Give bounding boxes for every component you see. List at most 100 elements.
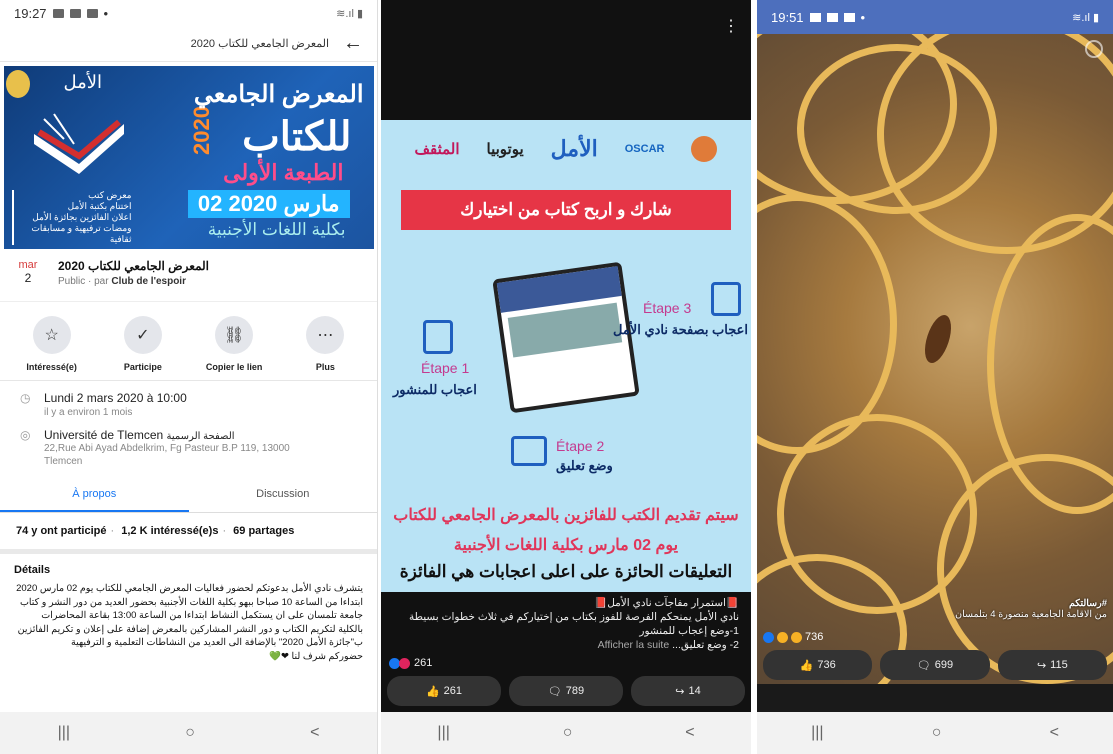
details-heading: Détails [14, 564, 51, 576]
like-page-icon [711, 282, 741, 316]
going-label: Participe [123, 362, 162, 372]
comment-button[interactable]: 🗨 699 [880, 650, 990, 680]
post-line-1: 📕استمرار مفاجآت نادي الأمل📕 [594, 597, 739, 609]
post-line-3: 1-وضع إعجاب للمنشور [639, 625, 739, 637]
reaction-count: 736 [805, 631, 824, 643]
step-3-text: اعجاب بصفحة نادي الأمل [613, 322, 749, 337]
location-name[interactable]: Université de Tlemcen [44, 428, 163, 442]
share-arrow-icon: ↪ [675, 685, 685, 698]
thumbs-up-icon: 👍 [799, 659, 814, 672]
recent-apps-button[interactable]: ||| [437, 724, 449, 742]
location-pin-icon: ◎ [20, 428, 31, 442]
interested-label: Intéressé(e) [26, 362, 77, 372]
back-button[interactable]: < [685, 724, 694, 742]
event-location-row[interactable]: ◎ Université de Tlemcen الصفحة الرسمية 2… [20, 428, 357, 468]
location-address-2: Tlemcen [44, 456, 83, 467]
youtube-icon [826, 12, 838, 22]
comment-button[interactable]: 🗨 789 [509, 676, 623, 706]
caption-text: من الاقامة الجامعية منصورة 4 بتلمسان [955, 609, 1107, 620]
comment-bubble-icon: 🗨 [547, 685, 562, 698]
step-1-text: اعجاب للمنشور [393, 382, 477, 397]
recent-apps-button[interactable]: ||| [58, 724, 70, 742]
photo-viewer-top: ⋮ [381, 0, 751, 120]
cover-year: 2020 [188, 106, 214, 155]
location-name-ar: الصفحة الرسمية [166, 431, 235, 442]
comment-icon [511, 436, 547, 466]
step-3-label: Étape 3 [643, 300, 692, 316]
more-icon: ⋯ [306, 316, 345, 354]
back-arrow-icon[interactable]: ← [343, 32, 363, 55]
back-button[interactable]: < [310, 724, 319, 742]
photo-post-panel: 19:51 • ≋.ıl ▮ #رسالتكم من الاقامة الجام… [757, 0, 1113, 754]
cover-edition: الطبعة الأولى [223, 160, 344, 185]
event-panel: 19:27 • ≋.ıl ▮ المعرض الجامعي للكتاب 202… [0, 0, 378, 754]
love-reaction-icon [399, 657, 410, 669]
event-cover-image[interactable]: الأمل 2020 المعرض الجامعي للكتاب الطبعة … [3, 66, 374, 249]
signal-battery: ≋.ıl ▮ [336, 7, 363, 20]
like-reaction-icon [763, 631, 774, 643]
like-count: 261 [443, 685, 463, 697]
more-button[interactable]: ⋯ Plus [280, 316, 370, 372]
recent-apps-button[interactable]: ||| [811, 724, 823, 742]
comment-count: 699 [934, 659, 954, 671]
notification-icon [69, 8, 81, 18]
share-button[interactable]: ↪ 14 [631, 676, 745, 706]
thumbs-up-icon: 👍 [425, 685, 440, 698]
event-info: ◷ Lundi 2 mars 2020 à 10:00 il y a envir… [0, 380, 377, 468]
photo-caption: #رسالتكم من الاقامة الجامعية منصورة 4 بت… [955, 598, 1107, 620]
event-datetime: Lundi 2 mars 2020 à 10:00 [44, 391, 187, 405]
share-arrow-icon: ↪ [1036, 659, 1047, 672]
home-button[interactable]: ○ [563, 724, 573, 742]
shares-count[interactable]: 69 partages [233, 525, 294, 537]
poster-note-2: يوم 02 مارس بكلية اللغات الأجنبية [453, 537, 679, 554]
post-text: 📕استمرار مفاجآت نادي الأمل📕 نادي الأمل ي… [381, 596, 751, 652]
contest-poster-image[interactable]: المثقف يوتوبيا الأمل OSCAR شارك و اربح ك… [381, 120, 751, 592]
copy-link-button[interactable]: ⛓ Copier le lien [189, 316, 279, 372]
back-button[interactable]: < [1050, 724, 1059, 742]
like-button[interactable]: 👍 261 [387, 676, 501, 706]
event-visibility: Public · par Club de l'espoir [58, 276, 209, 287]
gallery-icon [809, 12, 821, 22]
share-button[interactable]: ↪ 115 [997, 650, 1107, 680]
post-action-bar: 👍 261 🗨 789 ↪ 14 [387, 676, 745, 706]
step-1-label: Étape 1 [421, 360, 470, 376]
event-title: المعرض الجامعي للكتاب 2020 [58, 259, 209, 273]
event-details: Détails يتشرف نادي الأمل بدعوتكم لحضور ف… [0, 554, 377, 673]
event-actions: ☆ Intéressé(e) ✓ Participe ⛓ Copier le l… [0, 301, 377, 380]
status-bar: 19:27 • ≋.ıl ▮ [0, 0, 377, 26]
cover-venue: بكلية اللغات الأجنبية [207, 220, 346, 239]
details-end: حضوركم شرف لنا ❤💚 [269, 650, 363, 662]
share-count: 14 [688, 685, 701, 697]
event-stats: 74 y ont participé · 1,2 K intéressé(e)s ·… [0, 513, 377, 554]
home-button[interactable]: ○ [932, 724, 942, 742]
message-icon [843, 12, 855, 22]
status-bar: 19:51 • ≋.ıl ▮ [757, 0, 1113, 34]
event-month: mar [18, 259, 38, 271]
poster-note-1: سيتم تقديم الكتب للفائزين بالمعرض الجامع… [393, 507, 739, 524]
tab-about[interactable]: À propos [0, 478, 189, 512]
interested-button[interactable]: ☆ Intéressé(e) [7, 316, 97, 372]
event-organizer-link[interactable]: Club de l'espoir [111, 276, 186, 287]
post-line-4: 2- وضع تعليق... [672, 639, 739, 651]
like-button[interactable]: 👍 736 [763, 650, 873, 680]
logo-emblem-icon [691, 136, 718, 162]
logo-utopia: يوتوبيا [486, 141, 524, 158]
poster-banner: شارك و اربح كتاب من اختيارك [401, 190, 731, 230]
home-button[interactable]: ○ [185, 724, 195, 742]
spaghetti-photo[interactable] [757, 34, 1113, 684]
going-count[interactable]: 74 y ont participé [16, 525, 106, 537]
going-button[interactable]: ✓ Participe [98, 316, 188, 372]
reaction-summary[interactable]: 261 [389, 657, 432, 669]
see-more-link[interactable]: Afficher la suite [598, 639, 670, 651]
android-nav-bar: ||| ○ < [381, 712, 751, 754]
interested-count[interactable]: 1,2 K intéressé(e)s [121, 525, 218, 537]
caption-hashtag[interactable]: #رسالتكم [955, 598, 1107, 609]
comment-count: 789 [565, 685, 585, 697]
clock: 19:51 [771, 9, 804, 25]
tab-discussion[interactable]: Discussion [189, 478, 378, 512]
wow-reaction-icon [777, 631, 788, 643]
options-menu-icon[interactable]: ⋮ [723, 16, 739, 36]
like-count: 736 [817, 659, 836, 671]
logo-alamal: الأمل [550, 136, 598, 161]
reaction-summary[interactable]: 736 [763, 631, 823, 643]
